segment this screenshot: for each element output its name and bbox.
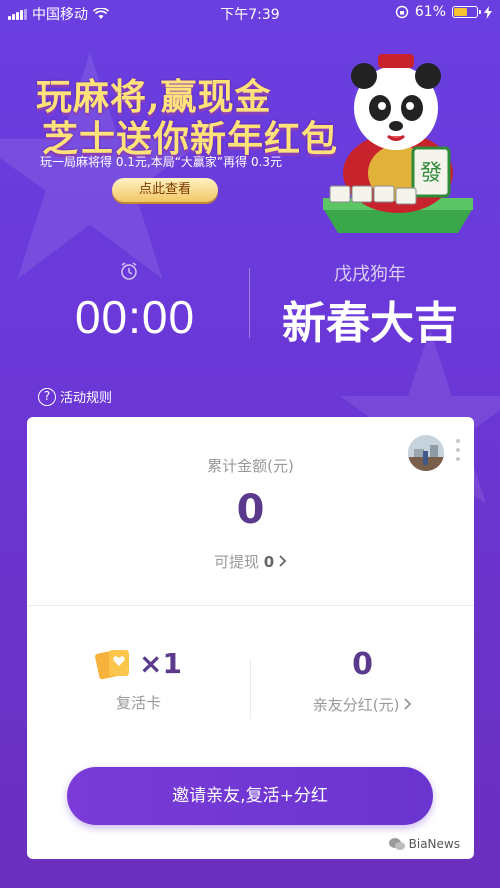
chevron-right-icon [279, 555, 287, 567]
status-bar: 中国移动 下午7:39 61% [0, 0, 500, 26]
banner-subtitle: 玩一局麻将得 0.1元,本局“大赢家”再得 0.3元 [40, 155, 283, 169]
year-label: 戊戌狗年 [334, 264, 406, 285]
total-amount-label: 累计金额(元) [207, 457, 294, 475]
panda-mascot-icon: 發 [323, 54, 473, 233]
rotation-lock-icon [395, 5, 409, 19]
wechat-icon [388, 838, 405, 850]
battery-percent: 61% [414, 4, 446, 20]
header-divider [249, 268, 250, 338]
watermark-label: BiaNews [408, 837, 460, 851]
new-year-greeting: 新春大吉 [282, 298, 458, 349]
revive-card-label: 复活卡 [115, 694, 161, 712]
invite-friends-button[interactable]: 邀请亲友,复活+分红 [67, 767, 433, 825]
question-icon: ? [38, 387, 56, 406]
family-bonus-label: 亲友分红(元) [312, 696, 400, 714]
charging-icon [484, 5, 492, 19]
revive-card-section: ×1 复活卡 [27, 647, 250, 713]
revive-card-count: ×1 [139, 647, 182, 680]
svg-text:發: 發 [420, 161, 442, 186]
card-divider [27, 605, 474, 606]
status-right: 61% [395, 4, 492, 20]
chevron-right-icon [404, 698, 412, 710]
watermark: BiaNews [388, 837, 460, 851]
activity-rules-label: 活动规则 [60, 391, 113, 406]
family-bonus-value: 0 [352, 647, 373, 682]
withdrawable-value: 0 [263, 553, 275, 571]
earnings-card: 累计金额(元) 0 可提现 0 ×1 复活卡 0 亲友分红(元) 邀请亲友,复活… [27, 417, 474, 859]
family-bonus-section[interactable]: 0 亲友分红(元) [251, 647, 474, 715]
withdrawable-label: 可提现 [213, 553, 259, 571]
activity-rules-link[interactable]: ? 活动规则 [38, 387, 112, 406]
total-amount-value: 0 [236, 487, 265, 533]
countdown-timer: 00:00 [74, 291, 196, 343]
banner-view-button[interactable]: 点此查看 [112, 178, 218, 202]
revive-card-icon [95, 649, 130, 679]
withdrawable-link[interactable]: 可提现 0 [27, 551, 474, 572]
promo-banner[interactable]: 玩麻将,赢现金 芝士送你新年红包 玩一局麻将得 0.1元,本局“大赢家”再得 0… [0, 26, 500, 233]
battery-icon [452, 6, 481, 18]
alarm-clock-icon [121, 262, 137, 280]
